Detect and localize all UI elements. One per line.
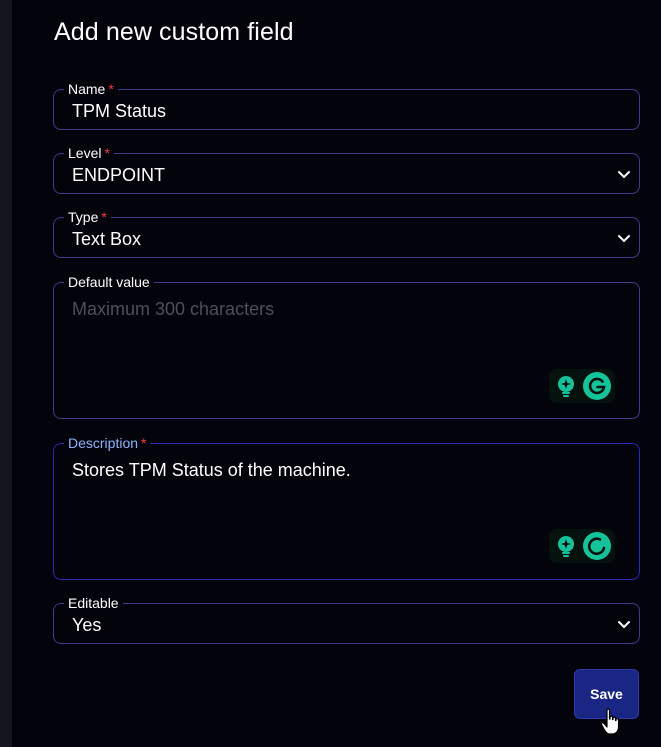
default-value-label: Default value (64, 273, 154, 291)
type-selected-value: Text Box (72, 229, 142, 249)
name-input-value[interactable]: TPM Status (72, 100, 166, 122)
chevron-down-icon[interactable] (617, 617, 631, 631)
writing-assistant-widget[interactable] (549, 529, 615, 563)
type-label: Type * (64, 208, 111, 226)
required-asterisk: * (101, 209, 107, 225)
type-select[interactable]: Type * Text Box (53, 208, 640, 258)
writing-assistant-widget[interactable] (549, 369, 615, 403)
name-field[interactable]: Name * TPM Status (53, 80, 640, 130)
level-selected-value: ENDPOINT (72, 165, 166, 185)
editable-label: Editable (64, 594, 123, 612)
chevron-down-icon[interactable] (617, 167, 631, 181)
lightbulb-sparkle-icon[interactable] (554, 534, 578, 558)
custom-field-dialog: Add new custom field Name * TPM Status Le… (0, 0, 661, 747)
editable-select[interactable]: Editable Yes (53, 594, 640, 644)
dialog-title: Add new custom field (54, 18, 294, 46)
level-label: Level * (64, 144, 114, 162)
required-asterisk: * (141, 435, 147, 451)
default-value-placeholder: Maximum 300 characters (72, 299, 275, 319)
grammarly-icon[interactable] (583, 372, 611, 400)
chevron-down-icon[interactable] (617, 231, 631, 245)
description-value[interactable]: Stores TPM Status of the machine. (72, 459, 351, 481)
description-label: Description * (64, 434, 151, 452)
level-select[interactable]: Level * ENDPOINT (53, 144, 640, 194)
grammarly-icon[interactable] (583, 532, 611, 560)
editable-selected-value: Yes (72, 615, 102, 635)
lightbulb-sparkle-icon[interactable] (554, 374, 578, 398)
required-asterisk: * (108, 81, 114, 97)
description-textarea[interactable]: Description * Stores TPM Status of the ma… (53, 434, 640, 580)
hand-pointer-cursor-icon (600, 708, 620, 735)
default-value-textarea[interactable]: Default value Maximum 300 characters (53, 273, 640, 419)
name-label: Name * (64, 80, 118, 98)
required-asterisk: * (104, 145, 110, 161)
